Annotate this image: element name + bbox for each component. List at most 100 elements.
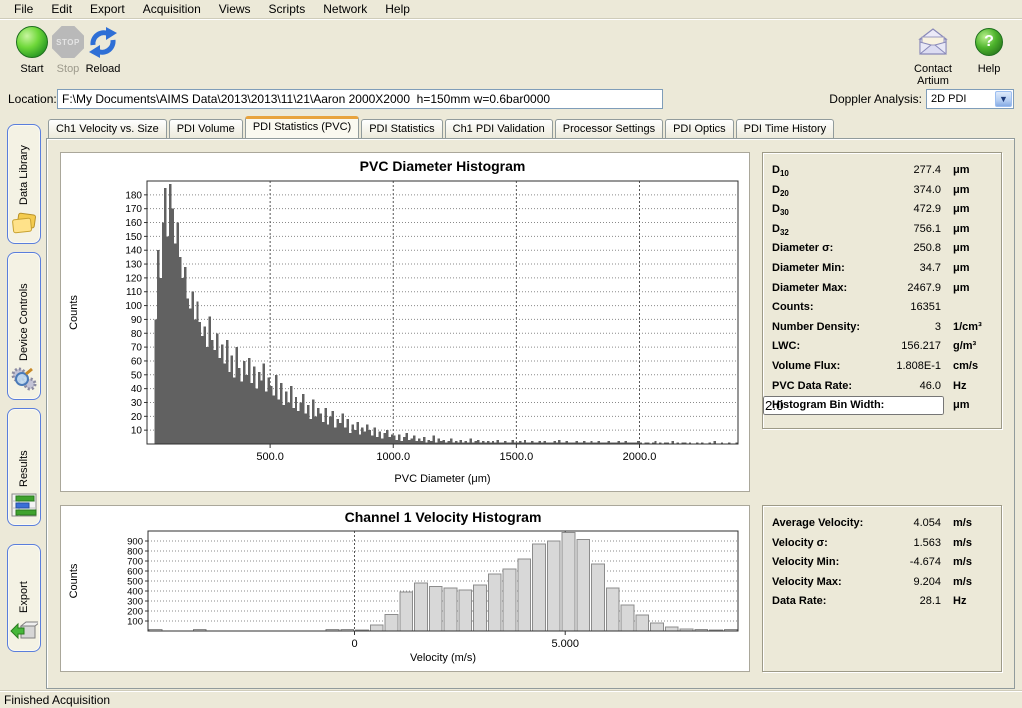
stat-unit: μm xyxy=(953,203,970,215)
stat-value: 4.054 xyxy=(851,517,941,529)
velocity-stats-panel: Average Velocity:4.054 m/s Velocity σ: 1.56… xyxy=(762,505,1002,672)
stat-label: Diameter Min: xyxy=(772,262,845,274)
stat-row: D30472.9μm xyxy=(763,200,1001,219)
menu-item-acquisition[interactable]: Acquisition xyxy=(135,0,209,18)
stat-unit: Hz xyxy=(953,595,966,607)
stat-label: Velocity Max: xyxy=(772,576,842,588)
doppler-analysis-select[interactable]: 2D PDI ▼ xyxy=(926,89,1014,109)
stat-unit: Hz xyxy=(953,380,966,392)
help-button-label: Help xyxy=(961,63,1017,75)
location-input[interactable] xyxy=(57,89,663,109)
menu-item-export[interactable]: Export xyxy=(82,0,133,18)
menu-item-scripts[interactable]: Scripts xyxy=(261,0,314,18)
svg-text:60: 60 xyxy=(131,356,143,367)
stat-label: Diameter σ: xyxy=(772,242,833,254)
svg-text:140: 140 xyxy=(125,246,142,257)
svg-text:800: 800 xyxy=(127,547,143,558)
stat-row: Diameter σ: 250.8 μm xyxy=(763,239,1001,258)
stat-label: Average Velocity: xyxy=(772,517,863,529)
help-button[interactable]: ? Help xyxy=(961,23,1017,75)
stat-label: Data Rate: xyxy=(772,595,826,607)
stat-unit: μm xyxy=(953,164,970,176)
tab-content-panel: PVC Diameter Histogram102030405060708090… xyxy=(46,138,1015,689)
stat-value: 156.217 xyxy=(851,340,941,352)
svg-text:Counts: Counts xyxy=(68,295,80,330)
pvc-diameter-histogram-chart: PVC Diameter Histogram102030405060708090… xyxy=(60,152,750,492)
stat-unit: m/s xyxy=(953,537,972,549)
svg-text:700: 700 xyxy=(127,557,143,568)
tab-pdi-optics[interactable]: PDI Optics xyxy=(665,119,734,138)
svg-text:90: 90 xyxy=(131,315,143,326)
reload-icon xyxy=(86,25,120,59)
pvc-stats-panel: D10277.4μmD20374.0μmD30472.9μmD32756.1μm… xyxy=(762,152,1002,429)
svg-text:500: 500 xyxy=(127,577,143,588)
menu-item-help[interactable]: Help xyxy=(377,0,418,18)
pvc-diameter-histogram-svg: PVC Diameter Histogram102030405060708090… xyxy=(61,153,751,493)
svg-text:50: 50 xyxy=(131,370,143,381)
sidebar-item-label: Data Library xyxy=(18,131,30,205)
stat-unit: m/s xyxy=(953,556,972,568)
toolbar: Start STOP Stop Reload xyxy=(0,21,1022,85)
stat-label: Histogram Bin Width: xyxy=(772,399,884,411)
stat-row: Volume Flux:1.808E-1cm/s xyxy=(763,357,1001,376)
sidebar-item-device-controls[interactable]: Device Controls xyxy=(7,252,41,400)
stat-value: 9.204 xyxy=(851,576,941,588)
stat-row: Velocity σ: 1.563 m/s xyxy=(763,534,1001,553)
svg-text:180: 180 xyxy=(125,190,142,201)
stat-unit: μm xyxy=(953,242,970,254)
stat-row: D20374.0μm xyxy=(763,181,1001,200)
sidebar-item-results[interactable]: Results xyxy=(7,408,41,526)
svg-text:110: 110 xyxy=(126,287,142,298)
tab-ch1-velocity-vs-size[interactable]: Ch1 Velocity vs. Size xyxy=(48,119,167,138)
sidebar-item-label: Device Controls xyxy=(18,259,30,361)
tab-pdi-statistics[interactable]: PDI Statistics xyxy=(361,119,442,138)
reload-button[interactable]: Reload xyxy=(71,23,135,75)
svg-text:300: 300 xyxy=(127,597,143,608)
menu-item-views[interactable]: Views xyxy=(211,0,259,18)
sidebar-item-data-library[interactable]: Data Library xyxy=(7,124,41,244)
doppler-analysis-value: 2D PDI xyxy=(927,93,995,105)
tab-ch1-pdi-validation[interactable]: Ch1 PDI Validation xyxy=(445,119,553,138)
stat-value: -4.674 xyxy=(851,556,941,568)
svg-text:500.0: 500.0 xyxy=(256,451,284,463)
menu-item-network[interactable]: Network xyxy=(315,0,375,18)
stat-label: Volume Flux: xyxy=(772,360,840,372)
stat-unit: μm xyxy=(953,223,970,235)
menu-item-edit[interactable]: Edit xyxy=(43,0,80,18)
tab-pdi-statistics-pvc-[interactable]: PDI Statistics (PVC) xyxy=(245,116,359,138)
stat-value: 277.4 xyxy=(851,164,941,176)
svg-text:1000.0: 1000.0 xyxy=(376,451,410,463)
stat-label: Velocity Min: xyxy=(772,556,839,568)
stat-value: 250.8 xyxy=(851,242,941,254)
tab-processor-settings[interactable]: Processor Settings xyxy=(555,119,663,138)
status-bar: Finished Acquisition xyxy=(0,690,1022,708)
stat-value: 1.563 xyxy=(851,537,941,549)
stat-row: D32756.1μm xyxy=(763,220,1001,239)
stat-row: Histogram Bin Width:μm xyxy=(763,396,1001,415)
menu-item-file[interactable]: File xyxy=(6,0,41,18)
sidebar-item-export[interactable]: Export xyxy=(7,544,41,652)
svg-text:2000.0: 2000.0 xyxy=(623,451,657,463)
svg-text:130: 130 xyxy=(125,260,142,271)
svg-text:30: 30 xyxy=(131,398,143,409)
tab-pdi-volume[interactable]: PDI Volume xyxy=(169,119,243,138)
tab-strip: Ch1 Velocity vs. SizePDI VolumePDI Stati… xyxy=(48,117,1014,138)
tab-pdi-time-history[interactable]: PDI Time History xyxy=(736,119,835,138)
status-text: Finished Acquisition xyxy=(4,693,110,707)
stat-value: 756.1 xyxy=(851,223,941,235)
stat-value: 374.0 xyxy=(851,184,941,196)
stat-unit: m/s xyxy=(953,576,972,588)
stat-value: 3 xyxy=(851,321,941,333)
stat-unit: μm xyxy=(953,262,970,274)
stat-unit: g/m³ xyxy=(953,340,976,352)
contact-artium-button[interactable]: Contact Artium xyxy=(900,23,966,87)
stat-row: Velocity Max: 9.204 m/s xyxy=(763,573,1001,592)
stat-row: D10277.4μm xyxy=(763,161,1001,180)
stat-label: Velocity σ: xyxy=(772,537,828,549)
svg-text:70: 70 xyxy=(131,343,143,354)
stat-label: D30 xyxy=(772,203,789,217)
help-icon: ? xyxy=(975,28,1003,56)
stat-label: PVC Data Rate: xyxy=(772,380,852,392)
stat-label: LWC: xyxy=(772,340,800,352)
gears-magnifier-icon xyxy=(10,365,38,393)
